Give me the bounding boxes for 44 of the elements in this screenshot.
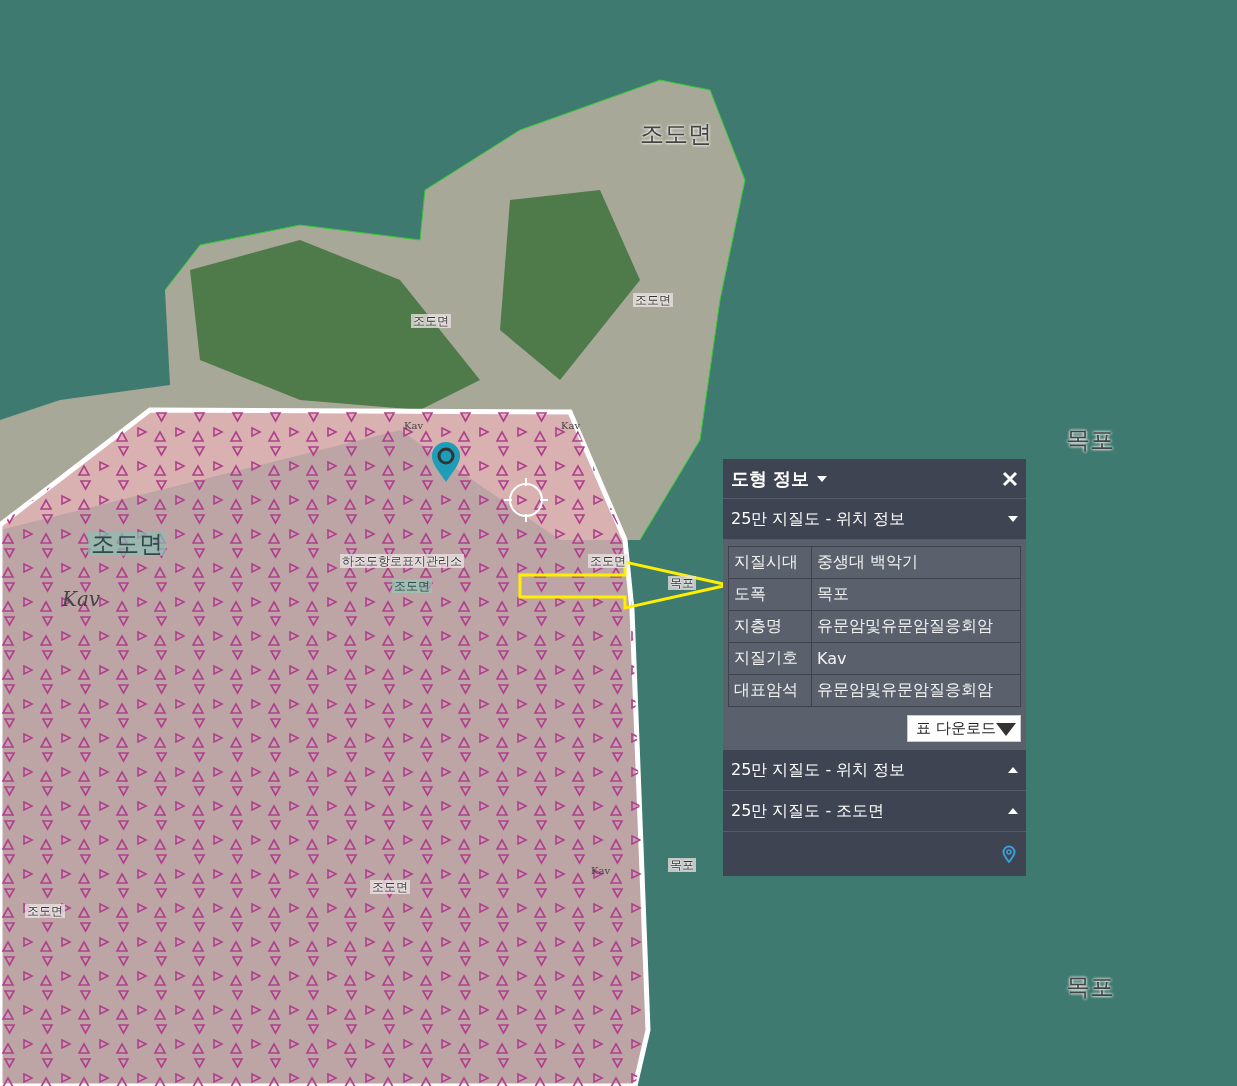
panel-title: 도형 정보 xyxy=(731,466,810,491)
map-label: 목포 xyxy=(668,858,696,872)
value-cell: 유문암및유문암질응회암 xyxy=(811,610,1021,643)
location-pin-icon[interactable] xyxy=(1002,845,1016,863)
key-cell: 지질기호 xyxy=(728,642,812,675)
section-header[interactable]: 25만 지질도 - 조도면 xyxy=(723,791,1026,832)
map-label: Kav xyxy=(561,421,581,431)
map-label: 조도면 xyxy=(633,293,673,307)
map-label: 조도면 xyxy=(640,122,712,146)
map-label: 조도면 xyxy=(25,904,65,918)
value-cell: 목포 xyxy=(811,578,1021,611)
map-label: Kav xyxy=(404,421,424,431)
map-pin-icon[interactable] xyxy=(432,442,460,482)
key-cell: 지질시대 xyxy=(728,546,812,579)
value-cell: 유문암및유문암질응회암 xyxy=(811,674,1021,707)
key-cell: 도폭 xyxy=(728,578,812,611)
caret-icon[interactable] xyxy=(1008,808,1018,814)
caret-icon[interactable] xyxy=(1008,767,1018,773)
value-cell: 중생대 백악기 xyxy=(811,546,1021,579)
caret-icon[interactable] xyxy=(817,475,828,482)
key-cell: 지층명 xyxy=(728,610,812,643)
map-label: 목포 xyxy=(668,576,696,590)
map-label: 조도면 xyxy=(411,314,451,328)
map-label: 조도면 xyxy=(588,554,628,568)
map-label: 하조도항로표지관리소 xyxy=(340,554,464,568)
caret-icon[interactable] xyxy=(1008,516,1018,522)
caret-icon[interactable] xyxy=(996,721,1016,736)
section-title: 25만 지질도 - 위치 정보 xyxy=(731,508,906,530)
map-label: 조도면 xyxy=(88,532,166,556)
key-cell: 대표암석 xyxy=(728,674,812,707)
section-title: 25만 지질도 - 조도면 xyxy=(731,800,885,822)
download-button[interactable]: 표 다운로드 xyxy=(907,715,1021,742)
section-header[interactable]: 25만 지질도 - 위치 정보 xyxy=(723,750,1026,791)
section-title: 25만 지질도 - 위치 정보 xyxy=(731,759,906,781)
map-label: 목포 xyxy=(1066,975,1114,999)
value-cell: Kav xyxy=(811,642,1021,675)
close-icon[interactable] xyxy=(1002,470,1018,487)
map-label: 조도면 xyxy=(392,579,432,593)
map-label: Kav xyxy=(62,589,101,609)
map-label: Kav xyxy=(591,866,611,876)
geology-area[interactable] xyxy=(0,407,651,1086)
map-label: 목포 xyxy=(1066,428,1114,452)
crosshair-icon xyxy=(503,477,549,523)
map-label: 조도면 xyxy=(370,880,410,894)
